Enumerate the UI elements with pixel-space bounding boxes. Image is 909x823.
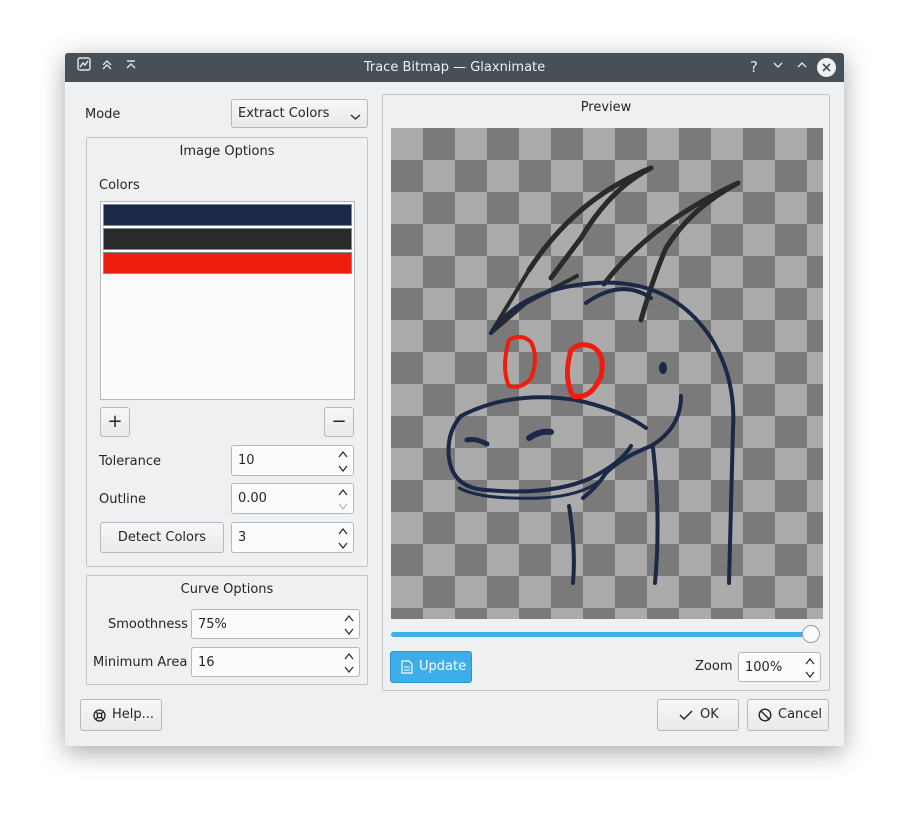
mode-label: Mode [85,107,121,122]
colors-label: Colors [99,178,140,193]
minimum-area-spinbox[interactable]: 16 [191,647,360,677]
image-options-title: Image Options [179,144,275,159]
lifebuoy-icon [93,709,106,726]
window-title: Trace Bitmap — Glaxnimate [363,60,546,75]
spin-arrows-icon[interactable] [337,525,349,550]
preview-group: Preview Update Zoom 100% [382,94,830,691]
spin-arrows-icon[interactable] [337,486,349,511]
zoom-label: Zoom [695,659,733,674]
help-button[interactable]: Help... [80,699,162,731]
outline-spinbox[interactable]: 0.00 [231,483,354,514]
cancel-label: Cancel [778,707,823,722]
minimize-icon[interactable] [767,53,789,82]
preview-slider-handle[interactable] [802,625,820,643]
help-icon[interactable]: ? [743,53,765,82]
mode-combobox[interactable]: Extract Colors [231,99,368,128]
curve-options-group: Curve Options Smoothness 75% Minimum Are… [86,575,368,685]
update-button[interactable]: Update [390,651,472,683]
remove-color-button[interactable]: − [324,407,354,437]
zoom-value: 100% [745,659,783,675]
help-label: Help... [112,707,155,722]
detect-colors-value: 3 [238,530,247,545]
ok-label: OK [700,707,719,722]
colors-list[interactable] [100,201,355,400]
tolerance-label: Tolerance [99,454,161,469]
update-label: Update [419,659,467,674]
preview-title: Preview [580,100,632,115]
outline-label: Outline [99,492,147,507]
outline-value: 0.00 [238,491,267,506]
color-swatch[interactable] [103,204,352,226]
minimum-area-value: 16 [198,654,215,670]
title-bar: Trace Bitmap — Glaxnimate ? [65,53,844,82]
trace-bitmap-dialog: Trace Bitmap — Glaxnimate ? Mode Extract… [65,53,844,746]
chevron-down-icon [350,110,361,125]
minimum-area-label: Minimum Area [93,655,188,670]
mode-value: Extract Colors [238,106,330,121]
detect-colors-spinbox[interactable]: 3 [231,522,354,553]
curve-options-title: Curve Options [180,582,274,597]
document-icon [401,660,413,678]
ok-button[interactable]: OK [657,699,739,731]
preview-slider-track[interactable] [391,632,811,637]
preview-canvas[interactable] [391,128,823,619]
spin-arrows-icon[interactable] [343,612,355,636]
smoothness-value: 75% [198,616,227,632]
color-swatch[interactable] [103,228,352,250]
close-icon[interactable] [817,58,836,77]
smoothness-spinbox[interactable]: 75% [191,609,360,639]
spin-arrows-icon[interactable] [804,655,816,679]
smoothness-label: Smoothness [108,617,188,632]
traced-dragon-image [446,165,741,585]
image-options-group: Image Options Colors + − Tolerance 10 Ou… [86,137,368,567]
color-swatch[interactable] [103,252,352,274]
add-color-button[interactable]: + [100,407,130,437]
cancel-icon [758,708,772,726]
spin-arrows-icon[interactable] [337,448,349,473]
cancel-button[interactable]: Cancel [747,699,829,731]
spin-arrows-icon[interactable] [343,650,355,674]
detect-colors-button[interactable]: Detect Colors [100,522,224,553]
maximize-icon[interactable] [791,53,813,82]
tolerance-value: 10 [238,453,255,468]
tolerance-spinbox[interactable]: 10 [231,445,354,476]
zoom-spinbox[interactable]: 100% [738,652,821,682]
checkmark-icon [679,709,693,725]
